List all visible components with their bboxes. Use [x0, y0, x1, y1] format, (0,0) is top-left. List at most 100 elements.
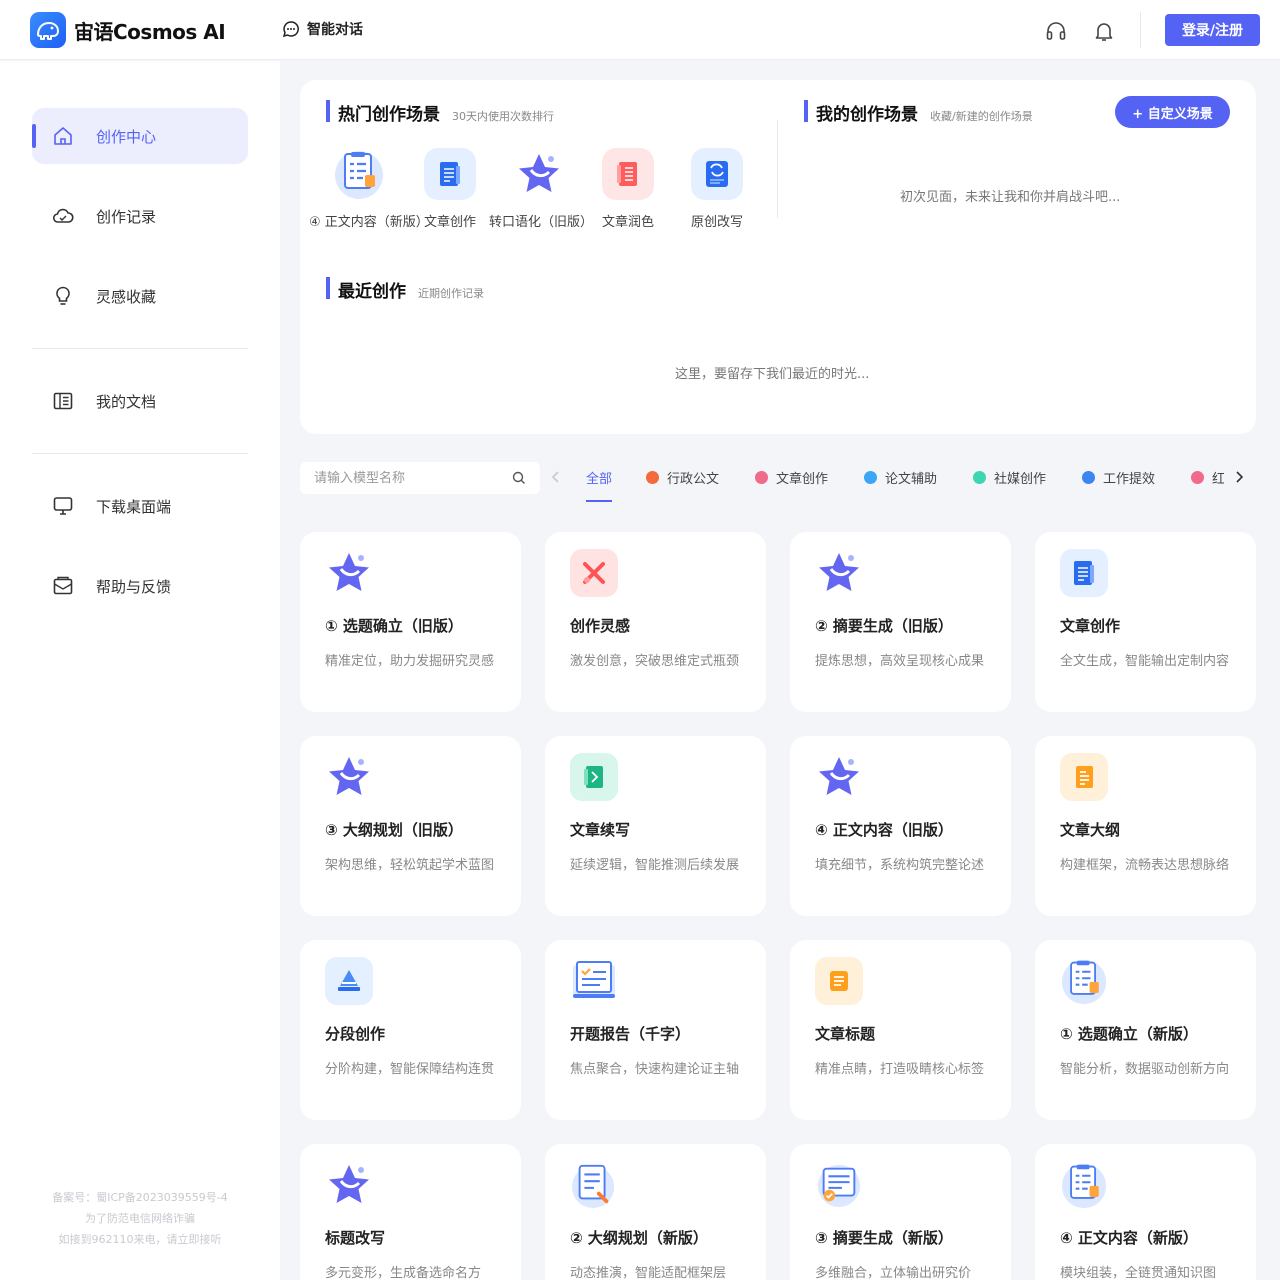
- custom-scene-button[interactable]: + 自定义场景: [1115, 96, 1230, 128]
- scene-card[interactable]: ② 摘要生成（旧版） 提炼思想，高效呈现核心成果: [790, 532, 1011, 712]
- login-register-button[interactable]: 登录/注册: [1165, 14, 1260, 46]
- scene-card-title: 文章创作: [1060, 617, 1121, 635]
- star-icon: [815, 549, 863, 597]
- scene-card[interactable]: 文章大纲构建框架，流畅表达思想脉络: [1035, 736, 1256, 916]
- scene-card[interactable]: ③ 大纲规划（旧版） 架构思维，轻松筑起学术蓝图: [300, 736, 521, 916]
- fraud-warning-text: 为了防范电信网络诈骗: [85, 1212, 195, 1225]
- tab-label: 工作提效: [1103, 472, 1156, 487]
- scene-card[interactable]: ② 大纲规划（新版） 动态推演，智能适配框架层: [545, 1144, 766, 1280]
- scene-card-title: 标题改写: [325, 1229, 386, 1247]
- scene-card[interactable]: 创作灵感 激发创意，突破思维定式瓶颈: [545, 532, 766, 712]
- scene-card-desc: 构建框架，流畅表达思想脉络: [1060, 858, 1230, 873]
- hot-scene-item[interactable]: 原创改写: [667, 148, 767, 230]
- scene-card-desc: 提炼思想，高效呈现核心成果: [815, 654, 985, 669]
- scene-card-title: 文章大纲: [1060, 821, 1121, 839]
- sidebar-item-creation-records[interactable]: 创作记录: [32, 188, 248, 244]
- search-icon[interactable]: [512, 471, 526, 485]
- sidebar-item-inspiration[interactable]: 灵感收藏: [32, 268, 248, 324]
- section-title: 我的创作场景: [816, 105, 918, 125]
- checklist-icon: [1060, 1161, 1108, 1209]
- summary-icon: [815, 1161, 863, 1209]
- tab-work-efficiency[interactable]: 工作提效: [1082, 468, 1155, 487]
- star-icon: [513, 148, 565, 200]
- bell-icon[interactable]: [1093, 20, 1115, 42]
- headset-icon[interactable]: [1045, 20, 1067, 42]
- scene-card[interactable]: 文章标题 精准点睛，打造吸睛核心标签: [790, 940, 1011, 1120]
- scene-card-desc: 全文生成，智能输出定制内容: [1060, 654, 1230, 669]
- hot-scene-item[interactable]: ④ 正文内容（新版）: [309, 148, 429, 230]
- scene-card-desc: 分阶构建，智能保障结构连贯: [325, 1062, 495, 1077]
- scene-card-title: ④ 正文内容（新版）: [1060, 1229, 1198, 1247]
- tools-icon: [570, 549, 618, 597]
- chat-bubble-icon: [282, 21, 299, 38]
- model-search-box: [300, 462, 540, 494]
- sidebar-item-label: 我的文档: [96, 392, 157, 411]
- scene-card[interactable]: 文章创作全文生成，智能输出定制内容: [1035, 532, 1256, 712]
- sidebar-item-creation-center[interactable]: 创作中心: [32, 108, 248, 164]
- category-dot: [646, 471, 659, 484]
- lightbulb-icon: [56, 286, 70, 305]
- scene-card[interactable]: ③ 摘要生成（新版） 多维融合，立体输出研究价: [790, 1144, 1011, 1280]
- scene-card[interactable]: 分段创作分阶构建，智能保障结构连贯: [300, 940, 521, 1120]
- category-dot: [755, 471, 768, 484]
- scene-card-title: ② 摘要生成（旧版）: [815, 617, 953, 635]
- sidebar-item-my-docs[interactable]: 我的文档: [32, 373, 248, 429]
- scene-card-title: 分段创作: [325, 1025, 386, 1043]
- home-icon: [54, 127, 72, 145]
- scene-card-title: ③ 大纲规划（旧版）: [325, 821, 463, 839]
- tab-label: 社媒创作: [994, 472, 1047, 487]
- chevron-right-icon[interactable]: [1234, 470, 1244, 484]
- chevron-left-icon[interactable]: [551, 470, 561, 484]
- sidebar-item-label: 灵感收藏: [96, 287, 157, 306]
- section-title: 最近创作: [338, 282, 406, 302]
- tab-social-media[interactable]: 社媒创作: [973, 468, 1046, 487]
- rewrite-icon: [691, 148, 743, 200]
- tab-label: 行政公文: [667, 472, 720, 487]
- category-dot: [1191, 471, 1204, 484]
- hot-scene-item[interactable]: 转口语化（旧版）: [489, 148, 594, 230]
- scene-card-desc: 智能分析，数据驱动创新方向: [1060, 1062, 1230, 1077]
- recent-creation-heading: 最近创作 近期创作记录: [326, 277, 484, 302]
- tab-administrative[interactable]: 行政公文: [646, 468, 719, 487]
- scene-card-desc: 延续逻辑，智能推测后续发展: [570, 858, 740, 873]
- scene-card-title: ① 选题确立（旧版）: [325, 617, 463, 635]
- category-dot: [864, 471, 877, 484]
- scene-card[interactable]: ④ 正文内容（旧版） 填充细节，系统构筑完整论述: [790, 736, 1011, 916]
- scene-card[interactable]: ① 选题确立（旧版） 精准定位，助力发掘研究灵感: [300, 532, 521, 712]
- tab-paper-assist[interactable]: 论文辅助: [864, 468, 937, 487]
- notebook-icon: [602, 148, 654, 200]
- nav-smart-chat[interactable]: 智能对话: [282, 19, 363, 39]
- layers-icon: [325, 957, 373, 1005]
- section-subtitle: 30天内使用次数排行: [452, 110, 554, 123]
- scene-card-title: ② 大纲规划（新版）: [570, 1229, 708, 1247]
- my-scenes-heading: 我的创作场景 收藏/新建的创作场景: [804, 100, 1033, 125]
- hot-scene-item[interactable]: 文章润色: [578, 148, 678, 230]
- tab-red[interactable]: 红: [1191, 468, 1224, 487]
- hot-scene-label: 原创改写: [690, 215, 743, 230]
- scene-card[interactable]: 文章续写 延续逻辑，智能推测后续发展: [545, 736, 766, 916]
- scenes-panel: 热门创作场景 30天内使用次数排行 ④ 正文内容（新版） 文章创作 转口语化（旧…: [300, 80, 1256, 434]
- icp-record-text[interactable]: 备案号：蜀ICP备2023039559号-4: [0, 1187, 280, 1208]
- hot-scene-label: 转口语化（旧版）: [489, 215, 594, 230]
- sidebar-item-help-feedback[interactable]: 帮助与反馈: [32, 558, 248, 614]
- model-search-input[interactable]: [300, 462, 500, 494]
- tab-label: 论文辅助: [885, 472, 938, 487]
- tab-label: 全部: [586, 472, 613, 487]
- scene-card[interactable]: 标题改写 多元变形，生成备选命名方: [300, 1144, 521, 1280]
- tab-all[interactable]: 全部: [586, 468, 613, 502]
- scene-card-title: ④ 正文内容（旧版）: [815, 821, 953, 839]
- sidebar-item-label: 帮助与反馈: [96, 577, 172, 596]
- recent-empty-text: 这里，要留存下我们最近的时光...: [675, 367, 870, 382]
- category-dot: [973, 471, 986, 484]
- section-subtitle: 近期创作记录: [418, 287, 484, 300]
- brand-name: 宙语Cosmos AI: [74, 19, 226, 44]
- brand-logo[interactable]: 宙语Cosmos AI: [30, 12, 226, 48]
- scene-card[interactable]: ① 选题确立（新版） 智能分析，数据驱动创新方向: [1035, 940, 1256, 1120]
- star-icon: [325, 1161, 373, 1209]
- hot-scene-item[interactable]: 文章创作: [400, 148, 500, 230]
- scene-card[interactable]: 开题报告（千字） 焦点聚合，快速构建论证主轴: [545, 940, 766, 1120]
- star-icon: [325, 753, 373, 801]
- tab-article-writing[interactable]: 文章创作: [755, 468, 828, 487]
- scene-card[interactable]: ④ 正文内容（新版） 模块组装，全链贯通知识图: [1035, 1144, 1256, 1280]
- sidebar-item-download-desktop[interactable]: 下载桌面端: [32, 478, 248, 534]
